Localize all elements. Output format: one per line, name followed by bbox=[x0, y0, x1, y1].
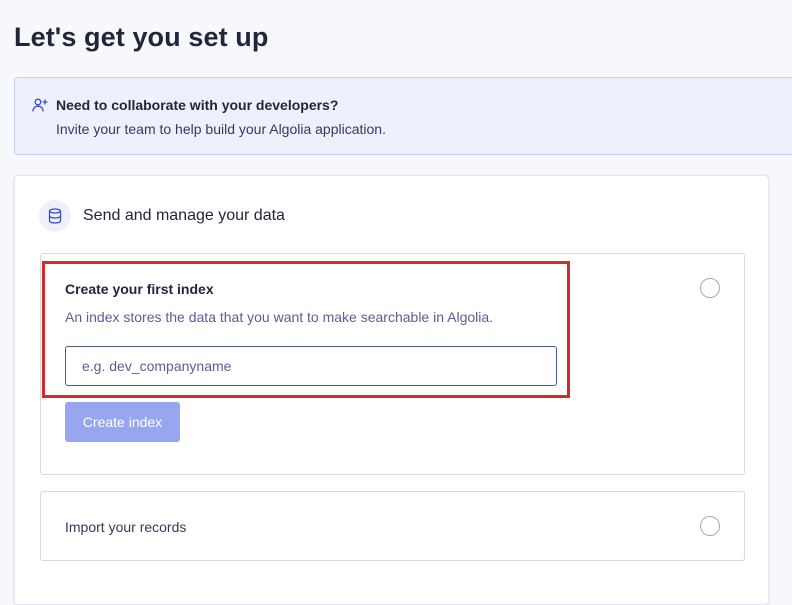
page-title: Let's get you set up bbox=[14, 22, 269, 52]
data-setup-card: Send and manage your data Create your fi… bbox=[14, 175, 769, 605]
step-import-records[interactable]: Import your records bbox=[40, 491, 745, 561]
database-icon bbox=[39, 200, 71, 232]
step-radio[interactable] bbox=[700, 278, 720, 298]
step-title: Create your first index bbox=[65, 281, 214, 297]
add-user-icon bbox=[32, 97, 48, 113]
step-create-index[interactable]: Create your first index An index stores … bbox=[40, 253, 745, 475]
banner-title: Need to collaborate with your developers… bbox=[56, 97, 339, 113]
banner-text: Invite your team to help build your Algo… bbox=[56, 121, 386, 137]
section-title: Send and manage your data bbox=[83, 207, 285, 224]
create-index-button[interactable]: Create index bbox=[65, 402, 180, 442]
step-radio[interactable] bbox=[700, 516, 720, 536]
step-description: An index stores the data that you want t… bbox=[65, 309, 494, 325]
index-name-input[interactable] bbox=[65, 346, 557, 386]
step-title: Import your records bbox=[65, 519, 187, 535]
collaboration-banner: Need to collaborate with your developers… bbox=[14, 77, 792, 155]
